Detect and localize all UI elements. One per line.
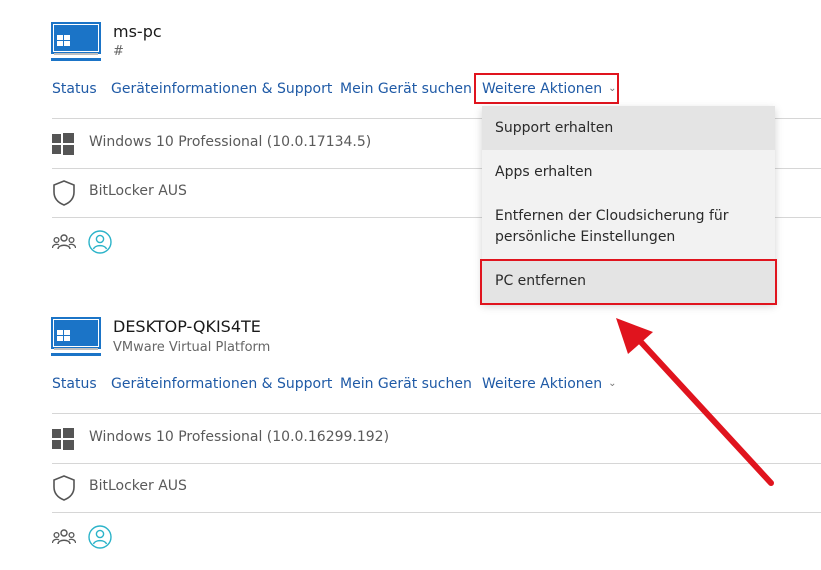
arrow-shaft bbox=[637, 338, 774, 486]
red-arrow-annotation bbox=[616, 318, 774, 486]
